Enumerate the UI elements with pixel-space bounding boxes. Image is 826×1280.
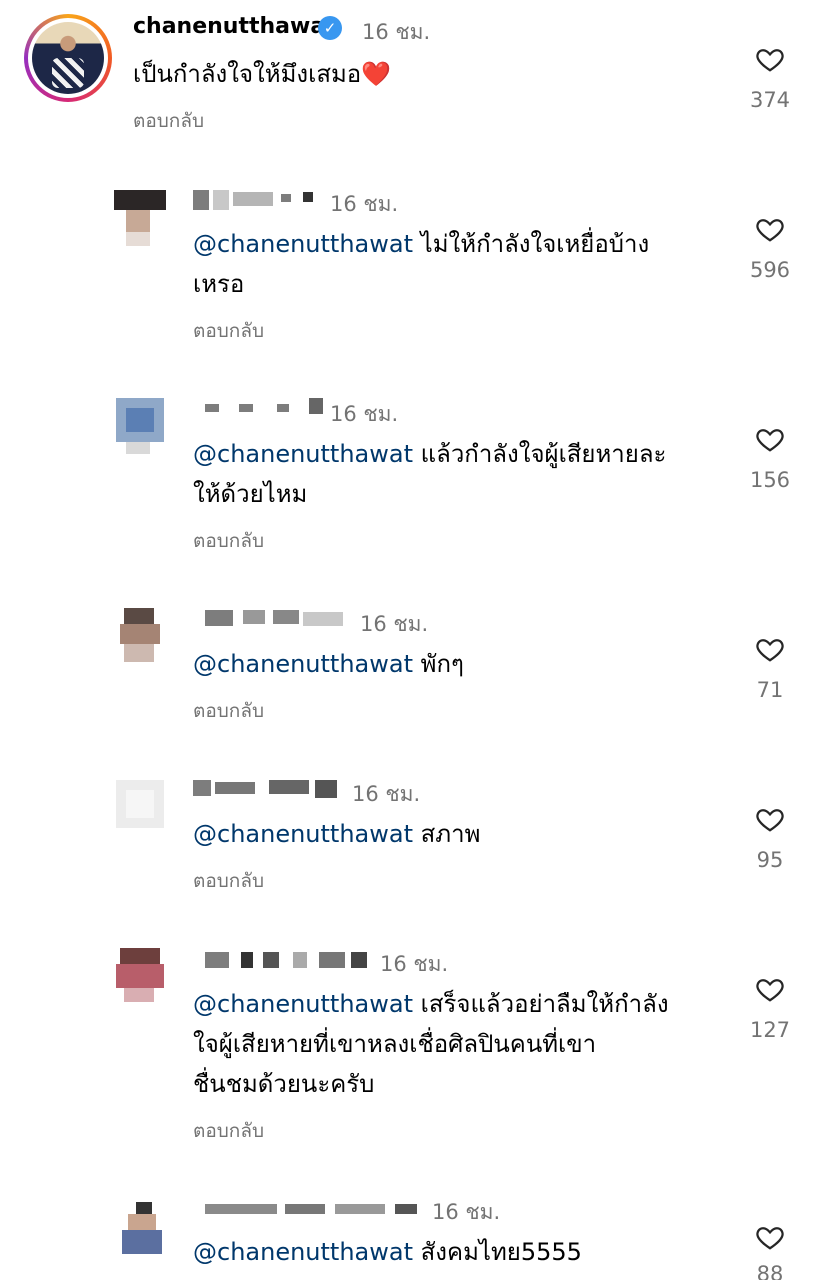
comment-text: เป็นกำลังใจให้มึงเสมอ❤️: [133, 60, 392, 88]
like-count: 156: [749, 468, 791, 492]
heart-outline-icon[interactable]: [754, 44, 786, 74]
reply-button[interactable]: ตอบกลับ: [193, 526, 264, 556]
mention-link[interactable]: @chanenutthawat: [193, 230, 413, 258]
heart-outline-icon[interactable]: [754, 974, 786, 1004]
avatar[interactable]: [110, 604, 170, 668]
avatar[interactable]: [110, 944, 170, 1008]
like-count: 374: [749, 88, 791, 112]
username-blurred[interactable]: [205, 1198, 425, 1220]
heart-outline-icon[interactable]: [754, 214, 786, 244]
username-blurred[interactable]: [193, 186, 321, 212]
reply-button[interactable]: ตอบกลับ: [193, 696, 264, 726]
like-count: 95: [756, 848, 784, 872]
comment-time: 16 ชม.: [362, 20, 431, 44]
reply-button[interactable]: ตอบกลับ: [193, 316, 264, 346]
like-count: 127: [749, 1018, 791, 1042]
profile-photo: [32, 22, 104, 94]
comment-text: @chanenutthawat สังคมไทย5555: [193, 1238, 582, 1266]
like-count: 71: [756, 678, 784, 702]
comment-time: 16 ชม.: [330, 402, 399, 426]
mention-link[interactable]: @chanenutthawat: [193, 650, 413, 678]
mention-link[interactable]: @chanenutthawat: [193, 1238, 413, 1266]
username-blurred[interactable]: [205, 398, 325, 418]
comment-text: @chanenutthawat ไม่ให้กำลังใจเหยื่อบ้าง …: [193, 230, 650, 298]
reply-button[interactable]: ตอบกลับ: [193, 1116, 264, 1146]
heart-outline-icon[interactable]: [754, 1222, 786, 1252]
comment-time: 16 ชม.: [330, 192, 399, 216]
comment-time: 16 ชม.: [352, 782, 421, 806]
avatar-main[interactable]: [24, 14, 112, 102]
heart-outline-icon[interactable]: [754, 634, 786, 664]
username-blurred[interactable]: [205, 608, 345, 630]
comment-time: 16 ชม.: [380, 952, 449, 976]
like-count: 88: [756, 1262, 784, 1280]
mention-link[interactable]: @chanenutthawat: [193, 820, 413, 848]
comment-time: 16 ชม.: [360, 612, 429, 636]
reply-button[interactable]: ตอบกลับ: [133, 106, 204, 136]
verified-badge-icon: ✓: [318, 16, 342, 40]
comment-text: @chanenutthawat เสร็จแล้วอย่าลืมให้กำลัง…: [193, 990, 669, 1098]
comment-time: 16 ชม.: [432, 1200, 501, 1224]
username[interactable]: chanenutthawat: [133, 14, 336, 39]
comment-text: @chanenutthawat แล้วกำลังใจผู้เสียหายละ …: [193, 440, 667, 508]
mention-link[interactable]: @chanenutthawat: [193, 990, 413, 1018]
heart-emoji: ❤️: [361, 60, 392, 88]
avatar[interactable]: [110, 774, 170, 838]
like-count: 596: [749, 258, 791, 282]
heart-outline-icon[interactable]: [754, 804, 786, 834]
comment-text: @chanenutthawat พักๆ: [193, 650, 464, 678]
avatar[interactable]: [110, 184, 170, 248]
username-blurred[interactable]: [205, 948, 373, 970]
avatar[interactable]: [110, 1196, 170, 1260]
reply-button[interactable]: ตอบกลับ: [193, 866, 264, 896]
username-blurred[interactable]: [193, 778, 345, 800]
comment-text: @chanenutthawat สภาพ: [193, 820, 481, 848]
mention-link[interactable]: @chanenutthawat: [193, 440, 413, 468]
heart-outline-icon[interactable]: [754, 424, 786, 454]
avatar[interactable]: [110, 394, 170, 458]
